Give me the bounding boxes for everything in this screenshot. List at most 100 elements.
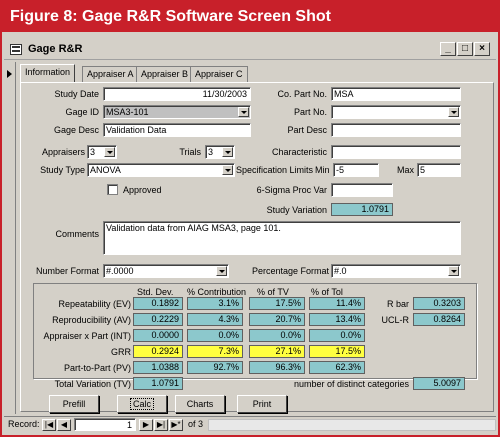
part-desc-field[interactable] <box>331 123 461 137</box>
col-header-pct-tol: % of Tol <box>311 287 343 297</box>
col-header-contribution: % Contribution <box>187 287 247 297</box>
study-date-label: Study Date <box>54 89 99 99</box>
rbar-label: R bar <box>386 299 409 309</box>
appraisers-label: Appraisers <box>41 147 85 157</box>
tab-appraiser-b[interactable]: Appraiser B <box>136 66 194 82</box>
first-record-icon[interactable]: |◀ <box>42 419 56 431</box>
six-sigma-label: 6-Sigma Proc Var <box>256 185 327 195</box>
part-to-part-std-dev: 1.0388 <box>133 361 183 374</box>
chevron-down-icon[interactable] <box>222 147 233 157</box>
study-date-field[interactable]: 11/30/2003 <box>103 87 251 101</box>
gage-id-select[interactable]: MSA3-101 <box>103 105 251 119</box>
co-part-no-field[interactable]: MSA <box>331 87 461 101</box>
calc-button[interactable]: Calc <box>117 395 167 413</box>
gage-desc-field[interactable]: Validation Data <box>103 123 251 137</box>
new-record-icon[interactable]: ▶* <box>169 419 183 431</box>
part-desc-label: Part Desc <box>287 125 327 135</box>
current-record-field[interactable]: 1 <box>74 418 136 431</box>
grr-contribution: 7.3% <box>187 345 243 358</box>
part-no-label: Part No. <box>293 107 327 117</box>
ndc-value: 5.0097 <box>413 377 465 390</box>
ndc-label: number of distinct categories <box>293 379 409 389</box>
part-to-part-pct-tv: 96.3% <box>249 361 305 374</box>
trials-label: Trials <box>179 147 201 157</box>
percentage-format-label: Percentage Format <box>251 266 329 276</box>
approved-label: Approved <box>123 185 162 195</box>
repeatability-contribution: 3.1% <box>187 297 243 310</box>
chevron-down-icon[interactable] <box>104 147 115 157</box>
close-button[interactable]: × <box>474 42 490 56</box>
reproducibility-pct-tol: 13.4% <box>309 313 365 326</box>
chevron-down-icon[interactable] <box>448 266 459 276</box>
charts-button[interactable]: Charts <box>175 395 225 413</box>
last-record-icon[interactable]: ▶| <box>154 419 168 431</box>
percentage-format-select[interactable]: #.0 <box>331 264 461 278</box>
prefill-button[interactable]: Prefill <box>49 395 99 413</box>
current-record-arrow-icon <box>7 70 12 78</box>
part-no-select[interactable] <box>331 105 461 119</box>
six-sigma-field[interactable] <box>331 183 393 197</box>
tab-appraiser-c[interactable]: Appraiser C <box>190 66 248 82</box>
col-header-pct-tv: % of TV <box>257 287 289 297</box>
interaction-pct-tv: 0.0% <box>249 329 305 342</box>
previous-record-icon[interactable]: ◀ <box>57 419 71 431</box>
interaction-contribution: 0.0% <box>187 329 243 342</box>
total-variation-value: 1.0791 <box>133 377 183 390</box>
tab-information[interactable]: Information <box>20 64 76 82</box>
minimize-button[interactable]: _ <box>440 42 456 56</box>
part-to-part-contribution: 92.7% <box>187 361 243 374</box>
comments-field[interactable]: Validation data from AIAG MSA3, page 101… <box>103 221 461 255</box>
comments-label: Comments <box>55 229 99 239</box>
print-button[interactable]: Print <box>237 395 287 413</box>
reproducibility-pct-tv: 20.7% <box>249 313 305 326</box>
characteristic-label: Characteristic <box>271 147 327 157</box>
characteristic-field[interactable] <box>331 145 461 159</box>
number-format-value: #.0000 <box>106 266 134 276</box>
approved-checkbox[interactable] <box>107 184 118 195</box>
row-label-total-variation: Total Variation (TV) <box>54 379 131 389</box>
record-navigation: Record: |◀ ◀ 1 ▶ ▶| ▶* of 3 <box>4 416 496 432</box>
information-panel: Study Date 11/30/2003 Gage ID MSA3-101 G… <box>20 82 494 413</box>
reproducibility-contribution: 4.3% <box>187 313 243 326</box>
record-label: Record: <box>8 419 40 429</box>
form-icon <box>10 44 22 55</box>
gage-id-label: Gage ID <box>65 107 99 117</box>
record-selector[interactable] <box>4 62 16 414</box>
grr-std-dev: 0.2924 <box>133 345 183 358</box>
study-type-label: Study Type <box>40 165 85 175</box>
row-label-reproducibility: Reproducibility (AV) <box>52 315 131 325</box>
maximize-button[interactable]: □ <box>457 42 473 56</box>
number-format-label: Number Format <box>35 266 99 276</box>
study-variation-value: 1.0791 <box>331 203 393 216</box>
grr-pct-tol: 17.5% <box>309 345 365 358</box>
reproducibility-std-dev: 0.2229 <box>133 313 183 326</box>
study-type-value: ANOVA <box>90 165 121 175</box>
row-label-interaction: Appraiser x Part (INT) <box>43 331 131 341</box>
row-label-repeatability: Repeatability (EV) <box>58 299 131 309</box>
trials-select[interactable]: 3 <box>205 145 235 159</box>
horizontal-scrollbar[interactable] <box>208 419 496 431</box>
repeatability-pct-tol: 11.4% <box>309 297 365 310</box>
next-record-icon[interactable]: ▶ <box>139 419 153 431</box>
part-to-part-pct-tol: 62.3% <box>309 361 365 374</box>
spec-limits-label: Specification Limits <box>235 165 313 175</box>
min-field[interactable]: -5 <box>333 163 379 177</box>
appraisers-select[interactable]: 3 <box>87 145 117 159</box>
number-format-select[interactable]: #.0000 <box>103 264 229 278</box>
trials-value: 3 <box>208 147 214 157</box>
rbar-value: 0.3203 <box>413 297 465 310</box>
row-label-grr: GRR <box>111 347 131 357</box>
repeatability-pct-tv: 17.5% <box>249 297 305 310</box>
tab-appraiser-a[interactable]: Appraiser A <box>82 66 139 82</box>
co-part-no-label: Co. Part No. <box>277 89 327 99</box>
appraisers-value: 3 <box>90 147 96 157</box>
row-label-part-to-part: Part-to-Part (PV) <box>63 363 131 373</box>
chevron-down-icon[interactable] <box>448 107 459 117</box>
uclr-value: 0.8264 <box>413 313 465 326</box>
window-title: Gage R&R <box>28 43 83 55</box>
chevron-down-icon[interactable] <box>216 266 227 276</box>
study-type-select[interactable]: ANOVA <box>87 163 235 177</box>
interaction-std-dev: 0.0000 <box>133 329 183 342</box>
max-field[interactable]: 5 <box>417 163 461 177</box>
window-titlebar: Gage R&R _ □ × <box>4 40 496 60</box>
